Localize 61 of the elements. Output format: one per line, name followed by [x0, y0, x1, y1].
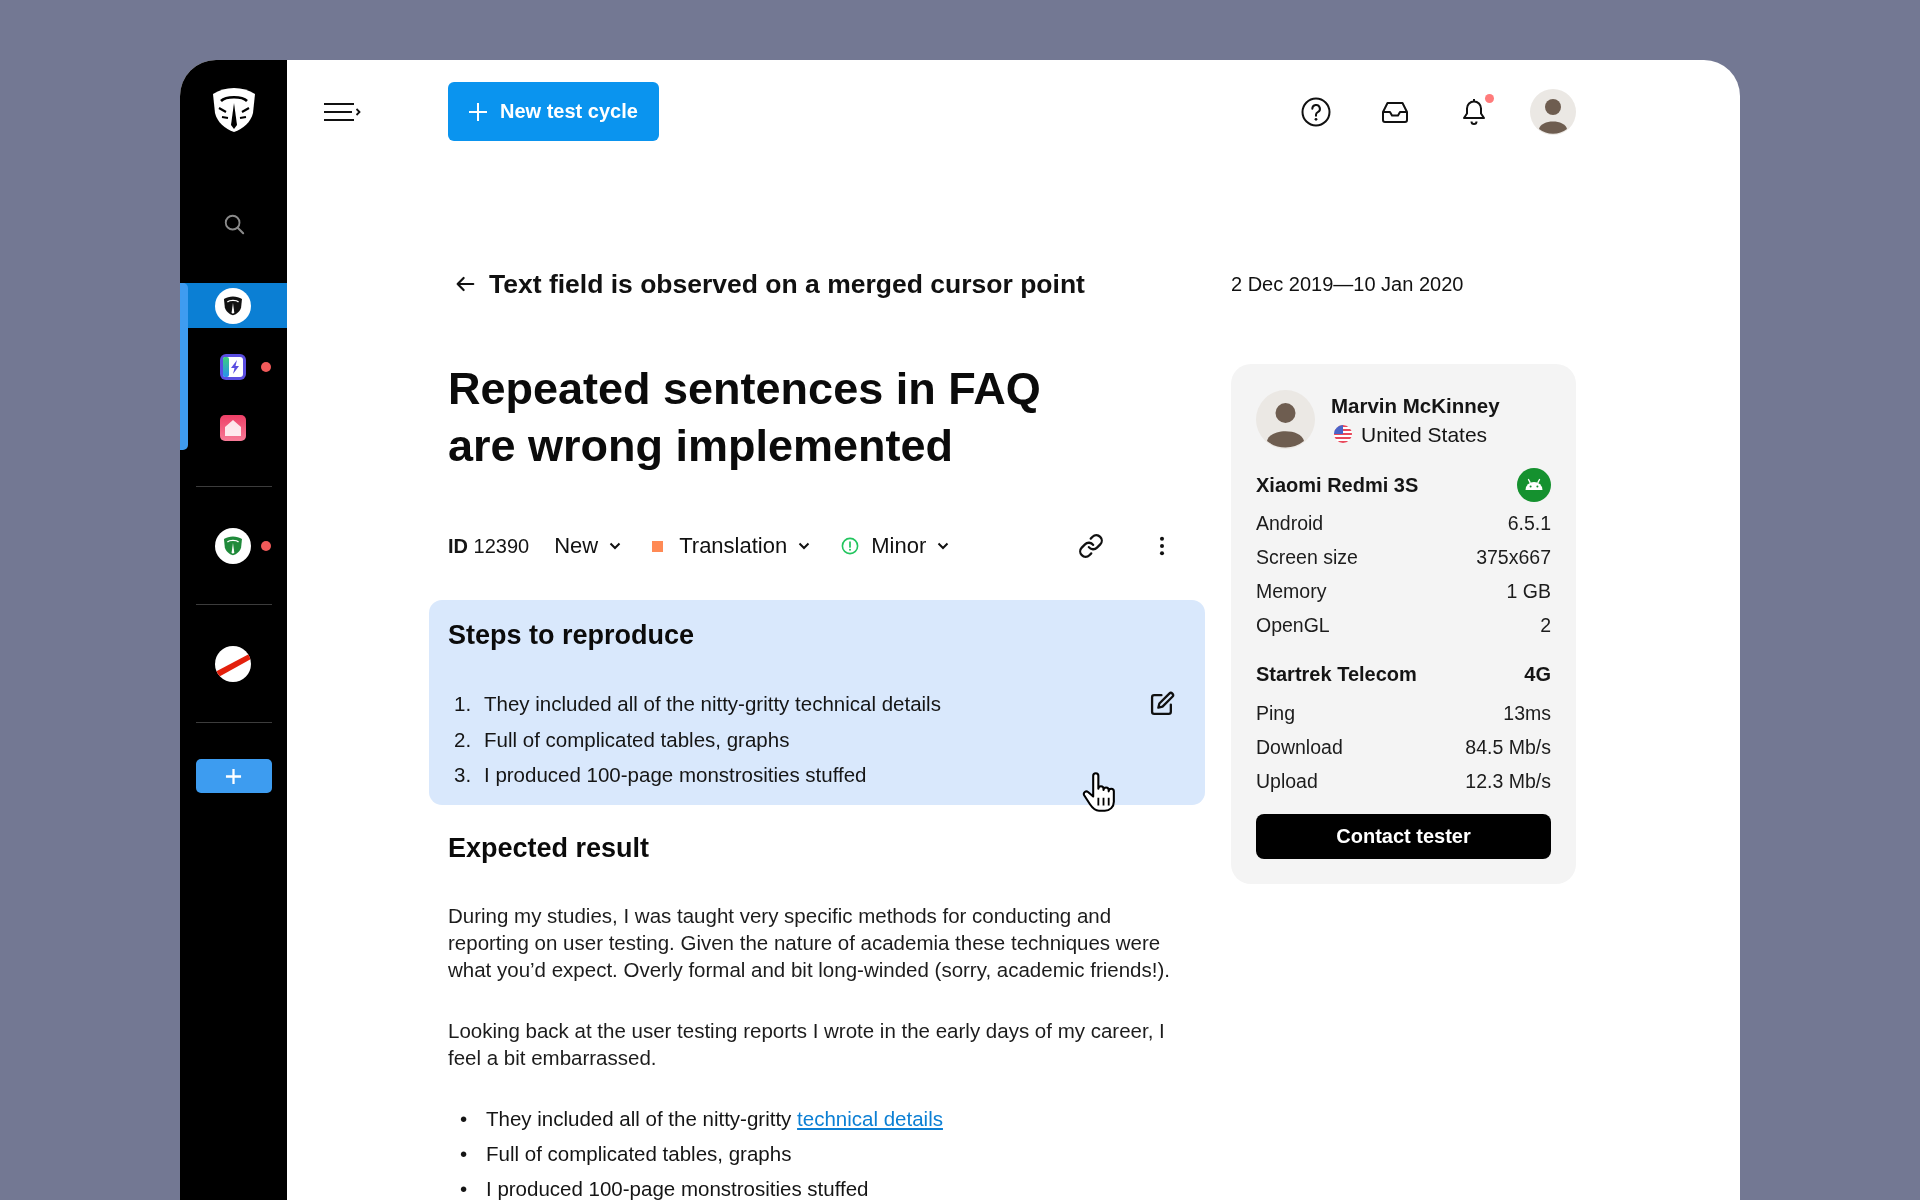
avatar-icon[interactable] [1530, 88, 1576, 135]
plus-icon [225, 767, 242, 785]
chevron-down-icon [798, 542, 811, 550]
spec-label: Screen size [1256, 545, 1358, 569]
step-item: 3. I produced 100-page monstrosities stuffed [453, 762, 867, 788]
tester-name: Marvin McKinney [1331, 392, 1500, 418]
network-stat-label: Upload [1256, 769, 1318, 793]
shield-app-icon [215, 287, 251, 324]
bullet-item: • Full of complicated tables, graphs [459, 1141, 792, 1166]
contact-tester-button[interactable]: Contact tester [1256, 814, 1551, 859]
flag-icon [1334, 425, 1352, 443]
chevron-down-icon [609, 542, 622, 550]
search-icon[interactable] [222, 213, 245, 235]
bullet-item: • They included all of the nitty-gritty technical details [459, 1106, 943, 1131]
striped-disc-icon [215, 645, 251, 682]
section-title: Expected result [448, 831, 651, 865]
shield-logo[interactable] [211, 87, 256, 133]
category-dropdown[interactable]: Translation [652, 533, 811, 559]
spec-value: 1 GB [1506, 579, 1551, 603]
network-stat-value: 84.5 Mb/s [1465, 735, 1551, 759]
spec-label: Android [1256, 511, 1324, 535]
network-name: Startrek Telecom [1256, 662, 1417, 686]
parent-issue-title[interactable]: Text field is observed on a merged cursor point [489, 268, 1085, 300]
link-icon[interactable] [1078, 533, 1104, 559]
severity-dropdown[interactable]: Minor [841, 533, 950, 559]
network-type: 4G [1524, 662, 1551, 686]
chevron-down-icon [937, 542, 950, 550]
device-name: Xiaomi Redmi 3S [1256, 473, 1419, 497]
step-item: 2. Full of complicated tables, graphs [453, 726, 790, 753]
more-options-icon[interactable] [1159, 535, 1165, 557]
hand-cursor-icon [1082, 772, 1116, 812]
house-app-icon [220, 414, 246, 441]
network-stat-value: 13ms [1503, 701, 1551, 725]
help-icon[interactable] [1300, 95, 1332, 128]
add-button[interactable] [195, 759, 272, 793]
paragraph: Looking back at the user testing reports I wrote in the early days of my career, I feel a bit embarrassed. [448, 1017, 1166, 1071]
spec-value: 6.5.1 [1507, 511, 1551, 535]
section-title: Steps to reproduce [448, 619, 696, 652]
spec-label: Memory [1256, 579, 1327, 603]
spec-value: 375x667 [1476, 545, 1551, 569]
issue-title: Repeated sentences in FAQ are wrong implemented [448, 362, 1042, 473]
spec-value: 2 [1540, 613, 1551, 637]
plus-icon [468, 101, 488, 122]
network-stat-label: Ping [1256, 701, 1296, 725]
bullet-item: • I produced 100-page monstrosities stuffed [459, 1176, 869, 1200]
spec-label: OpenGL [1256, 613, 1330, 637]
status-dropdown[interactable]: New [554, 533, 622, 559]
step-item: 1. They included all of the nitty-gritty technical details [453, 691, 941, 717]
android-icon [1517, 468, 1551, 502]
menu-icon[interactable] [323, 101, 363, 122]
network-stat-value: 12.3 Mb/s [1465, 769, 1551, 793]
date-range: 2 Dec 2019—10 Jan 2020 [1231, 272, 1465, 296]
issue-id: ID 12390 [448, 534, 530, 558]
lightning-app-icon [220, 353, 246, 380]
network-stat-label: Download [1256, 735, 1343, 759]
shield-app-icon [215, 527, 251, 564]
avatar-icon [1256, 390, 1315, 449]
edit-icon[interactable] [1150, 691, 1175, 716]
tester-country: United States [1361, 421, 1488, 447]
technical-details-link[interactable]: technical details [797, 1106, 943, 1130]
paragraph: During my studies, I was taught very specific methods for conducting and reporting on user testing. Given the nature of academia these techniques were what you’d expect. Overly formal and bit long-winded (sorry, academic friends!). [448, 902, 1171, 983]
